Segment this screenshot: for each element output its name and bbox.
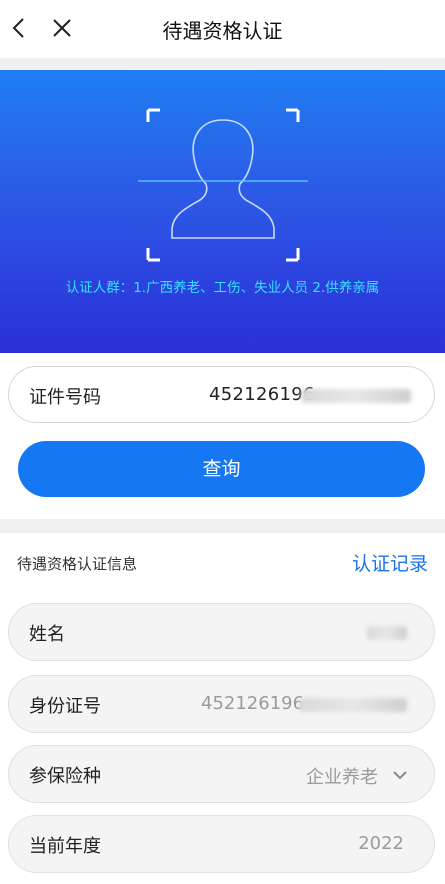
field-current-year: 当前年度 2022: [8, 815, 435, 873]
id-number-label: 证件号码: [29, 387, 101, 408]
section-header: 待遇资格认证信息 认证记录: [0, 533, 445, 593]
divider: [0, 519, 445, 533]
field-insurance-type[interactable]: 参保险种 企业养老: [8, 745, 435, 803]
field-label: 当前年度: [29, 836, 101, 857]
id-number-masked: [301, 389, 411, 403]
id-number-value[interactable]: 452126196: [209, 384, 315, 405]
id-number-masked: [299, 698, 407, 712]
chevron-down-icon[interactable]: [392, 767, 408, 783]
field-value: 452126196: [201, 693, 305, 714]
field-name: 姓名: [8, 603, 435, 661]
field-value: 企业养老: [306, 767, 378, 788]
top-bar: 待遇资格认证: [0, 0, 445, 58]
page-title: 待遇资格认证: [162, 19, 283, 43]
section-title: 待遇资格认证信息: [17, 555, 138, 573]
field-label: 参保险种: [29, 766, 101, 787]
name-masked: [367, 626, 407, 640]
divider: [0, 58, 445, 70]
certification-crowd-text: 认证人群：1.广西养老、工伤、失业人员 2.供养亲属: [65, 280, 380, 296]
field-value: 2022: [358, 833, 404, 854]
certification-record-link[interactable]: 认证记录: [352, 549, 428, 576]
field-label: 姓名: [29, 624, 65, 645]
face-scan-banner: 认证人群：1.广西养老、工伤、失业人员 2.供养亲属: [0, 70, 445, 353]
face-scan-icon: [138, 108, 308, 262]
id-number-input-row[interactable]: 证件号码 452126196: [8, 366, 435, 423]
field-id-number: 身份证号 452126196: [8, 675, 435, 733]
query-button[interactable]: 查询: [18, 441, 425, 497]
field-label: 身份证号: [29, 696, 101, 717]
